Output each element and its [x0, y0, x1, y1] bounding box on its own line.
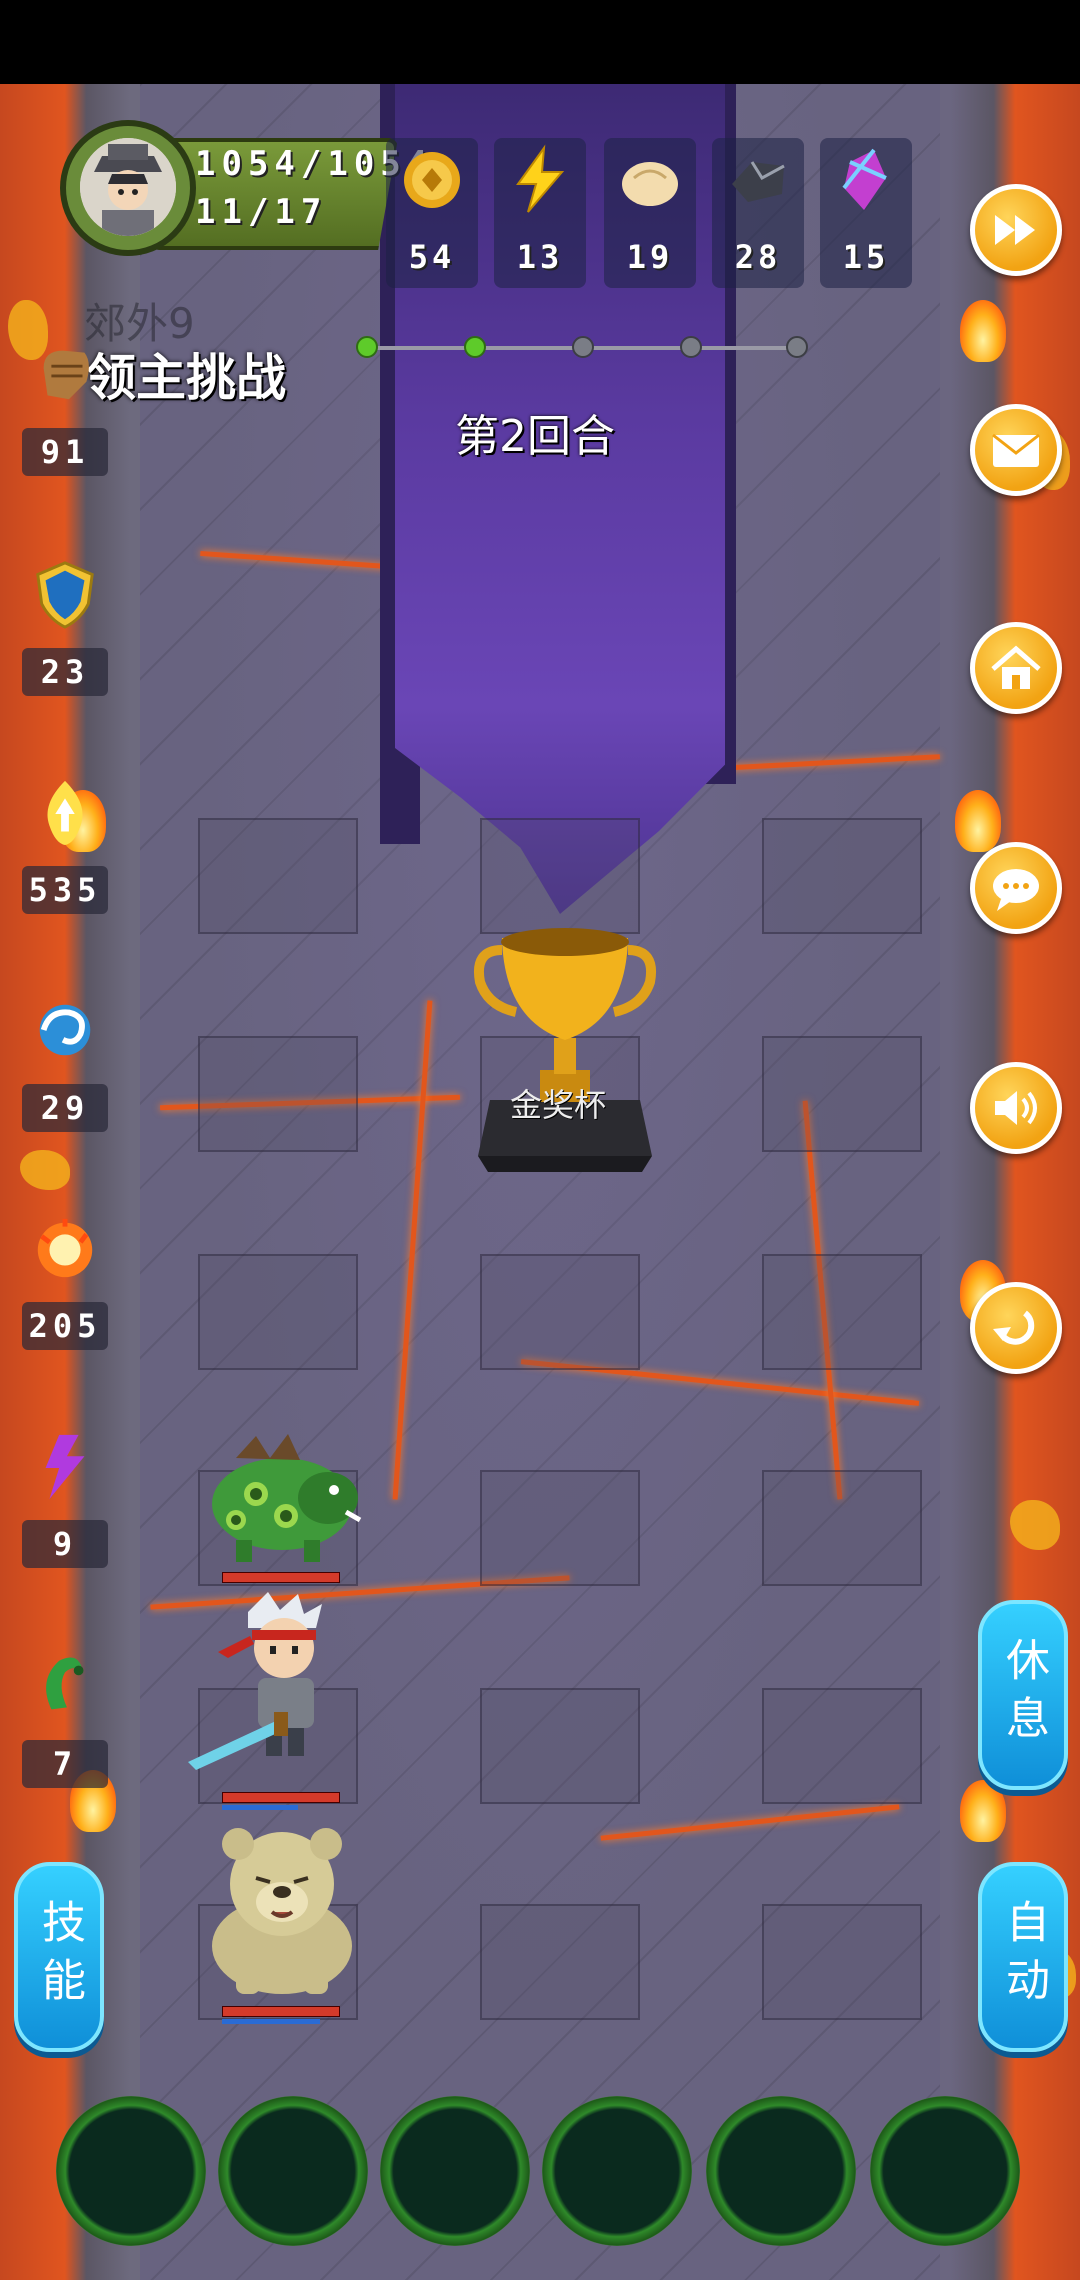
- resource-value: 28: [734, 238, 782, 276]
- stat-value: 23: [22, 648, 108, 696]
- stat-item[interactable]: 23: [22, 552, 108, 712]
- round-dot: [786, 336, 808, 358]
- grid-tile[interactable]: [480, 818, 640, 934]
- stat-item[interactable]: 91: [22, 332, 108, 492]
- resource-value: 13: [516, 238, 564, 276]
- grid-tile[interactable]: [762, 1904, 922, 2020]
- gold-coin-icon: [404, 152, 460, 208]
- grid-tile[interactable]: [762, 1688, 922, 1804]
- rest-button[interactable]: 休息: [978, 1600, 1068, 1790]
- fist-icon: [43, 350, 89, 400]
- torch: [955, 790, 1001, 852]
- mail-button[interactable]: [970, 404, 1062, 496]
- grid-tile[interactable]: [480, 1688, 640, 1804]
- grid-tile[interactable]: [198, 1254, 358, 1370]
- flame-power-icon: [47, 780, 83, 846]
- stat-value: 91: [22, 428, 108, 476]
- stat-value: 9: [22, 1520, 108, 1568]
- crystal-icon: [842, 148, 887, 210]
- skill-slot[interactable]: [706, 2096, 856, 2246]
- chat-button[interactable]: [970, 842, 1062, 934]
- auto-button[interactable]: 自动: [978, 1862, 1068, 2052]
- round-dot: [572, 336, 594, 358]
- green-claw-icon: [46, 1657, 84, 1710]
- swirl-icon: [39, 1004, 91, 1056]
- pet-hp-bar: [222, 2006, 340, 2017]
- lava-decoration: [20, 1150, 70, 1190]
- grid-tile[interactable]: [762, 1254, 922, 1370]
- resource-value: 54: [408, 238, 456, 276]
- grid-tile[interactable]: [480, 1470, 640, 1586]
- resource-slot[interactable]: 19: [604, 138, 696, 288]
- return-icon: [993, 1310, 1035, 1345]
- stat-value: 205: [22, 1302, 108, 1350]
- resource-slot[interactable]: 28: [712, 138, 804, 288]
- avatar[interactable]: [80, 138, 176, 236]
- status-bar: [0, 0, 1080, 84]
- lava-decoration: [1010, 1500, 1060, 1550]
- resource-value: 15: [842, 238, 890, 276]
- fast-forward-button[interactable]: [970, 184, 1062, 276]
- sound-icon: [995, 1091, 1037, 1125]
- resource-value: 19: [626, 238, 674, 276]
- skill-slot[interactable]: [218, 2096, 368, 2246]
- bun-icon: [622, 162, 678, 206]
- home-icon: [991, 645, 1041, 689]
- torch: [960, 1780, 1006, 1842]
- fast-forward-icon: [995, 215, 1035, 245]
- mail-icon: [992, 433, 1040, 467]
- home-button[interactable]: [970, 622, 1062, 714]
- mode-title: 领主挑战: [86, 349, 286, 407]
- chat-icon: [993, 869, 1039, 911]
- stat-item[interactable]: 535: [22, 770, 108, 930]
- return-button[interactable]: [970, 1282, 1062, 1374]
- resource-slot[interactable]: 54: [386, 138, 478, 288]
- green-boar-enemy[interactable]: [196, 1428, 366, 1568]
- grid-tile[interactable]: [480, 1254, 640, 1370]
- skill-slot[interactable]: [870, 2096, 1020, 2246]
- stat-value: 7: [22, 1740, 108, 1788]
- round-dot: [356, 336, 378, 358]
- skill-slot[interactable]: [542, 2096, 692, 2246]
- round-dot: [680, 336, 702, 358]
- level-progress: 11/17: [195, 192, 328, 232]
- fireball-icon: [37, 1218, 93, 1278]
- grid-tile[interactable]: [762, 818, 922, 934]
- hero-hp-bar: [222, 1792, 340, 1803]
- iron-ore-icon: [732, 161, 785, 202]
- enemy-hp-bar: [222, 1572, 340, 1583]
- hero-swordsman[interactable]: [188, 1592, 378, 1772]
- torch: [960, 300, 1006, 362]
- shield-icon: [36, 561, 94, 629]
- sound-button[interactable]: [970, 1062, 1062, 1154]
- resource-slot[interactable]: 15: [820, 138, 912, 288]
- round-label: 第2回合: [455, 411, 615, 462]
- purple-lightning-icon: [45, 1434, 85, 1500]
- skill-button[interactable]: 技能: [14, 1862, 104, 2052]
- hero-mp-bar: [222, 1805, 298, 1810]
- stat-item[interactable]: 9: [22, 1424, 108, 1584]
- bear-pet[interactable]: [192, 1820, 372, 2000]
- stat-item[interactable]: 29: [22, 988, 108, 1148]
- lightning-icon: [516, 144, 565, 213]
- trophy-label: 金奖杯: [510, 1086, 607, 1124]
- grid-tile[interactable]: [762, 1036, 922, 1152]
- grid-tile[interactable]: [480, 1904, 640, 2020]
- pet-mp-bar: [222, 2019, 320, 2024]
- stat-value: 29: [22, 1084, 108, 1132]
- resource-slot[interactable]: 13: [494, 138, 586, 288]
- skill-slot[interactable]: [380, 2096, 530, 2246]
- game-screen: 1054/1054 11/17 54 13 19 28 15 郊外9 领主挑战 第2回合…: [0, 0, 1080, 2280]
- stat-item[interactable]: 7: [22, 1644, 108, 1804]
- grid-tile[interactable]: [198, 818, 358, 934]
- round-dot: [464, 336, 486, 358]
- stat-item[interactable]: 205: [22, 1206, 108, 1366]
- skill-slot[interactable]: [56, 2096, 206, 2246]
- grid-tile[interactable]: [762, 1470, 922, 1586]
- gold-trophy-icon[interactable]: [470, 920, 660, 1180]
- stat-value: 535: [22, 866, 108, 914]
- grid-tile[interactable]: [198, 1036, 358, 1152]
